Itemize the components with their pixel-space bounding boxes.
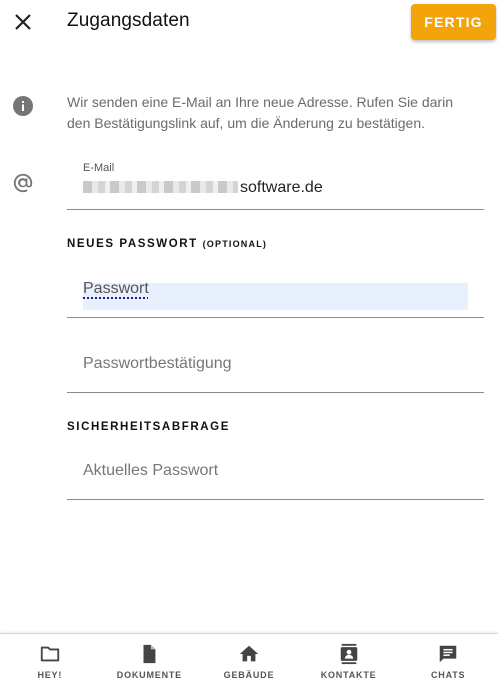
nav-label-kontakte: KONTAKTE: [320, 670, 377, 680]
nav-label-hey: HEY!: [37, 670, 63, 680]
nav-item-gebaeude[interactable]: GEBÄUDE: [199, 634, 299, 688]
redacted-text: [83, 181, 238, 193]
close-button[interactable]: [13, 12, 33, 32]
password-confirm-placeholder: Passwortbestätigung: [83, 355, 232, 372]
nav-item-chats[interactable]: CHATS: [398, 634, 498, 688]
done-button[interactable]: FERTIG: [411, 4, 496, 40]
current-password-field[interactable]: Aktuelles Passwort: [67, 450, 484, 500]
page-title: Zugangsdaten: [67, 10, 190, 31]
new-password-heading-text: NEUES PASSWORT: [67, 238, 198, 250]
new-password-heading: NEUES PASSWORT (OPTIONAL): [67, 238, 267, 250]
password-confirm-field[interactable]: Passwortbestätigung: [67, 342, 484, 393]
contacts-icon: [340, 643, 357, 665]
email-field-value: software.de: [83, 179, 323, 197]
close-icon: [15, 14, 31, 30]
nav-label-dokumente: DOKUMENTE: [116, 670, 182, 680]
email-field[interactable]: E-Mail software.de: [67, 160, 484, 210]
nav-label-chats: CHATS: [431, 670, 466, 680]
document-icon: [143, 644, 156, 664]
nav-item-hey[interactable]: HEY!: [0, 634, 100, 688]
folder-icon: [40, 646, 59, 662]
new-password-heading-note: (OPTIONAL): [202, 239, 268, 249]
password-field[interactable]: Passwort: [67, 266, 484, 318]
nav-label-gebaeude: GEBÄUDE: [223, 670, 275, 680]
email-field-label: E-Mail: [83, 162, 115, 174]
email-field-value-text: software.de: [240, 179, 323, 196]
security-heading: SICHERHEITSABFRAGE: [67, 421, 230, 433]
nav-item-kontakte[interactable]: KONTAKTE: [299, 634, 399, 688]
info-text: Wir senden eine E-Mail an Ihre neue Adre…: [67, 94, 453, 131]
password-placeholder: Passwort: [83, 280, 149, 297]
current-password-placeholder: Aktuelles Passwort: [83, 462, 219, 479]
nav-item-dokumente[interactable]: DOKUMENTE: [100, 634, 200, 688]
home-icon: [239, 645, 259, 662]
bottom-navigation: HEY! DOKUMENTE GEBÄUDE KONTAKTE CHATS: [0, 633, 498, 688]
at-sign-icon: [12, 172, 34, 194]
info-icon: [13, 96, 33, 116]
chat-icon: [439, 645, 457, 663]
